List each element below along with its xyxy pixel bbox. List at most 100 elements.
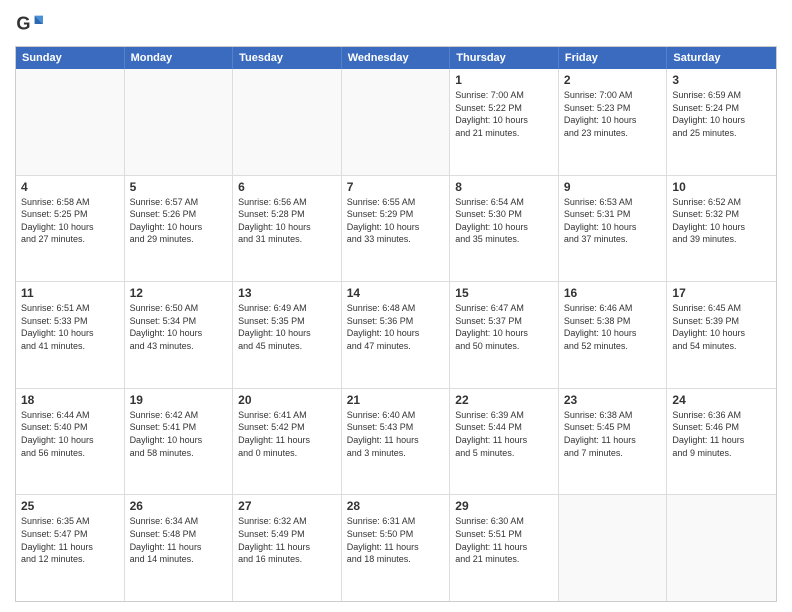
day-cell-14: 14 Sunrise: 6:48 AM Sunset: 5:36 PM Dayli… — [342, 282, 451, 388]
day-number: 16 — [564, 286, 662, 300]
day-cell-26: 26 Sunrise: 6:34 AM Sunset: 5:48 PM Dayli… — [125, 495, 234, 601]
day-info: Sunrise: 6:46 AM Sunset: 5:38 PM Dayligh… — [564, 302, 662, 352]
day-number: 21 — [347, 393, 445, 407]
logo-icon: G — [15, 10, 43, 38]
day-number: 24 — [672, 393, 771, 407]
day-info: Sunrise: 6:54 AM Sunset: 5:30 PM Dayligh… — [455, 196, 553, 246]
day-info: Sunrise: 6:38 AM Sunset: 5:45 PM Dayligh… — [564, 409, 662, 459]
header-day-thursday: Thursday — [450, 47, 559, 69]
day-info: Sunrise: 7:00 AM Sunset: 5:22 PM Dayligh… — [455, 89, 553, 139]
header-day-friday: Friday — [559, 47, 668, 69]
day-cell-16: 16 Sunrise: 6:46 AM Sunset: 5:38 PM Dayli… — [559, 282, 668, 388]
day-cell-22: 22 Sunrise: 6:39 AM Sunset: 5:44 PM Dayli… — [450, 389, 559, 495]
empty-cell — [16, 69, 125, 175]
day-number: 1 — [455, 73, 553, 87]
day-number: 10 — [672, 180, 771, 194]
day-number: 28 — [347, 499, 445, 513]
day-number: 15 — [455, 286, 553, 300]
day-info: Sunrise: 6:50 AM Sunset: 5:34 PM Dayligh… — [130, 302, 228, 352]
day-info: Sunrise: 6:48 AM Sunset: 5:36 PM Dayligh… — [347, 302, 445, 352]
header-day-sunday: Sunday — [16, 47, 125, 69]
calendar: SundayMondayTuesdayWednesdayThursdayFrid… — [15, 46, 777, 602]
day-cell-24: 24 Sunrise: 6:36 AM Sunset: 5:46 PM Dayli… — [667, 389, 776, 495]
day-number: 7 — [347, 180, 445, 194]
day-number: 23 — [564, 393, 662, 407]
day-number: 29 — [455, 499, 553, 513]
day-info: Sunrise: 6:41 AM Sunset: 5:42 PM Dayligh… — [238, 409, 336, 459]
day-number: 18 — [21, 393, 119, 407]
day-info: Sunrise: 6:39 AM Sunset: 5:44 PM Dayligh… — [455, 409, 553, 459]
day-info: Sunrise: 6:49 AM Sunset: 5:35 PM Dayligh… — [238, 302, 336, 352]
day-number: 27 — [238, 499, 336, 513]
day-cell-6: 6Sunrise: 6:56 AM Sunset: 5:28 PM Daylig… — [233, 176, 342, 282]
calendar-row-4: 25 Sunrise: 6:35 AM Sunset: 5:47 PM Dayli… — [16, 494, 776, 601]
day-info: Sunrise: 6:56 AM Sunset: 5:28 PM Dayligh… — [238, 196, 336, 246]
day-info: Sunrise: 6:53 AM Sunset: 5:31 PM Dayligh… — [564, 196, 662, 246]
day-cell-23: 23 Sunrise: 6:38 AM Sunset: 5:45 PM Dayli… — [559, 389, 668, 495]
day-info: Sunrise: 6:58 AM Sunset: 5:25 PM Dayligh… — [21, 196, 119, 246]
header-day-saturday: Saturday — [667, 47, 776, 69]
day-info: Sunrise: 6:31 AM Sunset: 5:50 PM Dayligh… — [347, 515, 445, 565]
day-number: 14 — [347, 286, 445, 300]
empty-cell — [559, 495, 668, 601]
day-cell-21: 21 Sunrise: 6:40 AM Sunset: 5:43 PM Dayli… — [342, 389, 451, 495]
day-cell-29: 29 Sunrise: 6:30 AM Sunset: 5:51 PM Dayli… — [450, 495, 559, 601]
day-cell-28: 28 Sunrise: 6:31 AM Sunset: 5:50 PM Dayli… — [342, 495, 451, 601]
day-number: 13 — [238, 286, 336, 300]
empty-cell — [125, 69, 234, 175]
day-number: 26 — [130, 499, 228, 513]
day-info: Sunrise: 7:00 AM Sunset: 5:23 PM Dayligh… — [564, 89, 662, 139]
header-day-tuesday: Tuesday — [233, 47, 342, 69]
day-cell-17: 17Sunrise: 6:45 AM Sunset: 5:39 PM Dayli… — [667, 282, 776, 388]
day-info: Sunrise: 6:47 AM Sunset: 5:37 PM Dayligh… — [455, 302, 553, 352]
day-cell-15: 15 Sunrise: 6:47 AM Sunset: 5:37 PM Dayli… — [450, 282, 559, 388]
day-info: Sunrise: 6:55 AM Sunset: 5:29 PM Dayligh… — [347, 196, 445, 246]
calendar-header: SundayMondayTuesdayWednesdayThursdayFrid… — [16, 47, 776, 69]
day-info: Sunrise: 6:35 AM Sunset: 5:47 PM Dayligh… — [21, 515, 119, 565]
day-cell-25: 25 Sunrise: 6:35 AM Sunset: 5:47 PM Dayli… — [16, 495, 125, 601]
header: G — [15, 10, 777, 38]
empty-cell — [667, 495, 776, 601]
day-cell-18: 18Sunrise: 6:44 AM Sunset: 5:40 PM Dayli… — [16, 389, 125, 495]
day-info: Sunrise: 6:30 AM Sunset: 5:51 PM Dayligh… — [455, 515, 553, 565]
day-number: 5 — [130, 180, 228, 194]
day-info: Sunrise: 6:34 AM Sunset: 5:48 PM Dayligh… — [130, 515, 228, 565]
day-cell-27: 27Sunrise: 6:32 AM Sunset: 5:49 PM Dayli… — [233, 495, 342, 601]
header-day-wednesday: Wednesday — [342, 47, 451, 69]
day-cell-19: 19 Sunrise: 6:42 AM Sunset: 5:41 PM Dayli… — [125, 389, 234, 495]
day-number: 12 — [130, 286, 228, 300]
day-info: Sunrise: 6:40 AM Sunset: 5:43 PM Dayligh… — [347, 409, 445, 459]
day-cell-8: 8Sunrise: 6:54 AM Sunset: 5:30 PM Daylig… — [450, 176, 559, 282]
day-cell-20: 20 Sunrise: 6:41 AM Sunset: 5:42 PM Dayli… — [233, 389, 342, 495]
day-info: Sunrise: 6:59 AM Sunset: 5:24 PM Dayligh… — [672, 89, 771, 139]
day-cell-12: 12 Sunrise: 6:50 AM Sunset: 5:34 PM Dayli… — [125, 282, 234, 388]
day-info: Sunrise: 6:51 AM Sunset: 5:33 PM Dayligh… — [21, 302, 119, 352]
header-day-monday: Monday — [125, 47, 234, 69]
day-cell-3: 3Sunrise: 6:59 AM Sunset: 5:24 PM Daylig… — [667, 69, 776, 175]
day-number: 17 — [672, 286, 771, 300]
day-number: 22 — [455, 393, 553, 407]
day-cell-7: 7 Sunrise: 6:55 AM Sunset: 5:29 PM Daylig… — [342, 176, 451, 282]
day-info: Sunrise: 6:42 AM Sunset: 5:41 PM Dayligh… — [130, 409, 228, 459]
page: G SundayMondayTuesdayWednesdayThursdayFr… — [0, 0, 792, 612]
day-cell-1: 1 Sunrise: 7:00 AM Sunset: 5:22 PM Daylig… — [450, 69, 559, 175]
calendar-row-1: 4Sunrise: 6:58 AM Sunset: 5:25 PM Daylig… — [16, 175, 776, 282]
calendar-row-3: 18Sunrise: 6:44 AM Sunset: 5:40 PM Dayli… — [16, 388, 776, 495]
calendar-body: 1 Sunrise: 7:00 AM Sunset: 5:22 PM Daylig… — [16, 69, 776, 601]
logo: G — [15, 10, 47, 38]
day-cell-5: 5Sunrise: 6:57 AM Sunset: 5:26 PM Daylig… — [125, 176, 234, 282]
day-cell-13: 13 Sunrise: 6:49 AM Sunset: 5:35 PM Dayli… — [233, 282, 342, 388]
day-cell-11: 11 Sunrise: 6:51 AM Sunset: 5:33 PM Dayli… — [16, 282, 125, 388]
day-number: 25 — [21, 499, 119, 513]
day-number: 2 — [564, 73, 662, 87]
empty-cell — [342, 69, 451, 175]
calendar-row-2: 11 Sunrise: 6:51 AM Sunset: 5:33 PM Dayli… — [16, 281, 776, 388]
empty-cell — [233, 69, 342, 175]
day-number: 20 — [238, 393, 336, 407]
day-cell-10: 10Sunrise: 6:52 AM Sunset: 5:32 PM Dayli… — [667, 176, 776, 282]
day-number: 11 — [21, 286, 119, 300]
day-number: 9 — [564, 180, 662, 194]
day-cell-2: 2 Sunrise: 7:00 AM Sunset: 5:23 PM Daylig… — [559, 69, 668, 175]
day-number: 19 — [130, 393, 228, 407]
day-info: Sunrise: 6:36 AM Sunset: 5:46 PM Dayligh… — [672, 409, 771, 459]
